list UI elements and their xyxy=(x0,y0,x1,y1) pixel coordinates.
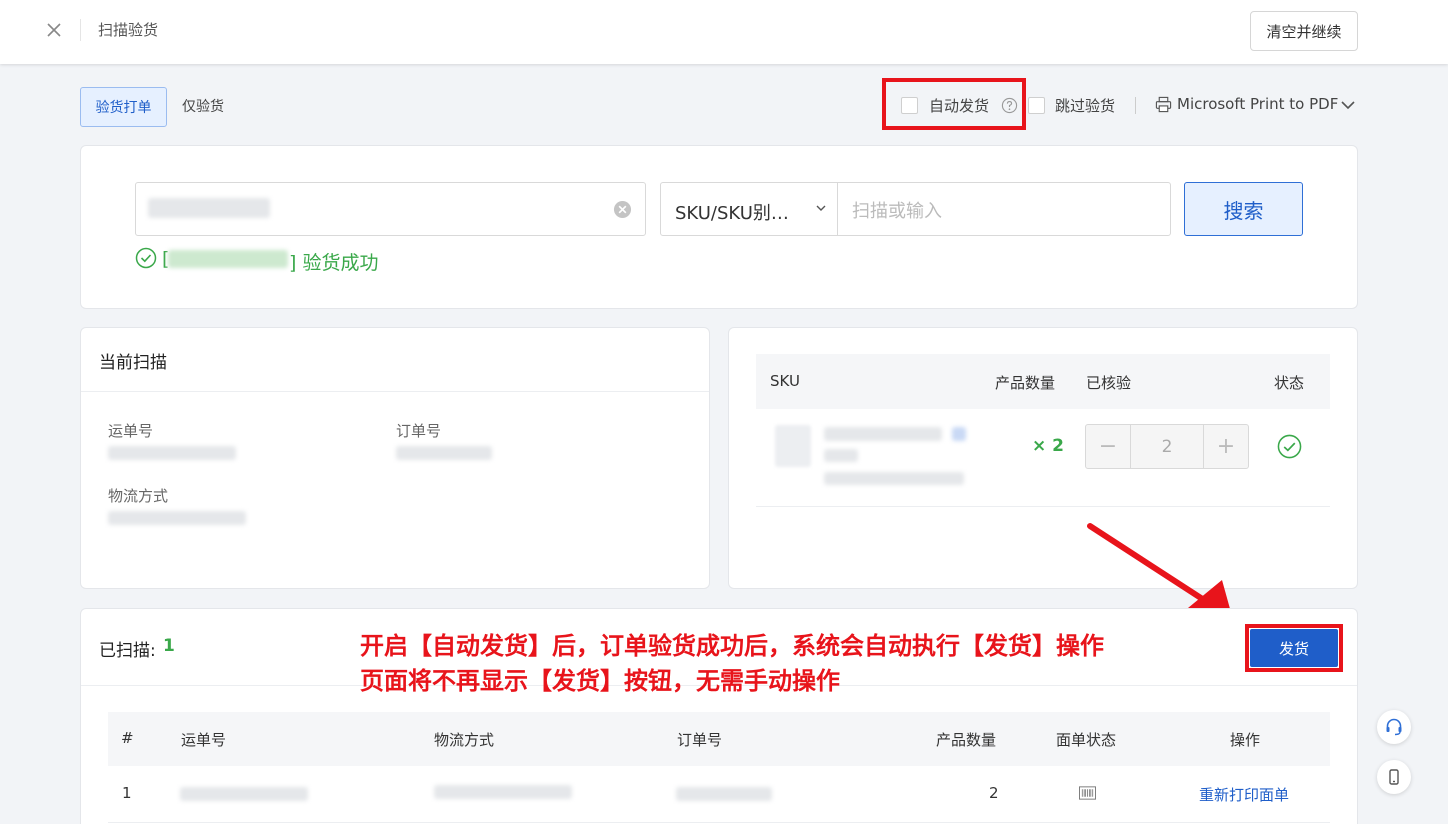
redacted-sku-alias xyxy=(824,472,964,485)
customer-service-button[interactable] xyxy=(1377,710,1411,744)
redacted-logistics-value xyxy=(108,511,246,525)
redacted-sku-code xyxy=(824,427,942,441)
mobile-phone-icon xyxy=(1389,769,1399,785)
row-index: 1 xyxy=(122,784,132,802)
redacted-success-waybill xyxy=(168,250,288,268)
top-bar xyxy=(0,0,1448,64)
reprint-label-link[interactable]: 重新打印面单 xyxy=(1199,784,1289,805)
options-separator xyxy=(1135,97,1136,114)
th-product-qty: 产品数量 xyxy=(995,374,1056,392)
chevron-down-icon xyxy=(816,205,826,211)
current-scan-title: 当前扫描 xyxy=(99,353,167,373)
clear-and-continue-button[interactable]: 清空并继续 xyxy=(1250,11,1358,51)
check-circle-icon xyxy=(1277,434,1302,459)
chevron-down-icon[interactable] xyxy=(1340,97,1356,113)
th-order: 订单号 xyxy=(677,731,723,749)
redacted-row-waybill xyxy=(180,787,308,801)
logistics-label: 物流方式 xyxy=(108,487,169,505)
redacted-waybill-text xyxy=(148,198,270,218)
redacted-waybill-value xyxy=(108,446,236,460)
th-index: # xyxy=(121,729,134,747)
sku-type-select-value: SKU/SKU别… xyxy=(675,203,789,224)
stepper-value[interactable]: 2 xyxy=(1131,425,1203,468)
check-circle-icon xyxy=(135,247,157,269)
close-icon[interactable] xyxy=(44,20,64,40)
sku-qty: × 2 xyxy=(1032,436,1064,456)
row-qty: 2 xyxy=(989,784,999,802)
annotation-line-2: 页面将不再显示【发货】按钮，无需手动操作 xyxy=(360,667,840,695)
ship-button[interactable]: 发货 xyxy=(1250,629,1338,667)
mobile-app-button[interactable] xyxy=(1377,760,1411,794)
th-action: 操作 xyxy=(1230,731,1261,749)
th-verified: 已核验 xyxy=(1086,374,1132,392)
product-thumbnail xyxy=(775,425,811,467)
redacted-sku-tag xyxy=(952,427,966,441)
redacted-row-order xyxy=(676,787,772,801)
skip-check-label: 跳过验货 xyxy=(1055,97,1116,115)
annotation-line-1: 开启【自动发货】后，订单验货成功后，系统会自动执行【发货】操作 xyxy=(360,632,1104,660)
redacted-row-logistics xyxy=(434,785,572,799)
headset-icon xyxy=(1386,718,1402,736)
redacted-order-value xyxy=(396,446,492,460)
tab-inspect-and-print[interactable]: 验货打单 xyxy=(80,87,167,127)
order-label: 订单号 xyxy=(396,422,442,440)
stepper-minus-button[interactable]: − xyxy=(1086,425,1131,468)
search-button[interactable]: 搜索 xyxy=(1184,182,1303,236)
clear-input-icon[interactable] xyxy=(613,200,632,219)
th-qty: 产品数量 xyxy=(936,731,997,749)
tab-inspect-only[interactable]: 仅验货 xyxy=(182,96,224,116)
scanned-count: 1 xyxy=(163,636,175,656)
table-row-divider xyxy=(108,822,1330,823)
redacted-sku-name xyxy=(824,449,858,462)
th-label-status: 面单状态 xyxy=(1056,731,1117,749)
printer-select[interactable]: Microsoft Print to PDF xyxy=(1177,95,1338,113)
th-waybill: 运单号 xyxy=(181,731,227,749)
th-status: 状态 xyxy=(1274,374,1305,392)
barcode-icon xyxy=(1079,786,1096,800)
table-row-divider xyxy=(756,506,1330,507)
auto-ship-highlight-box xyxy=(882,78,1026,130)
inspection-success-message: ] 验货成功 xyxy=(289,252,379,274)
header-divider xyxy=(80,19,81,41)
card-divider xyxy=(81,391,709,392)
printer-icon xyxy=(1155,96,1172,113)
stepper-plus-button[interactable]: + xyxy=(1203,425,1248,468)
sku-scan-placeholder: 扫描或输入 xyxy=(852,201,942,222)
scanned-label: 已扫描: xyxy=(99,641,156,661)
th-logistics: 物流方式 xyxy=(434,731,495,749)
page-title: 扫描验货 xyxy=(98,21,159,39)
skip-check-checkbox[interactable] xyxy=(1028,97,1045,114)
waybill-label: 运单号 xyxy=(108,422,154,440)
th-sku: SKU xyxy=(770,372,800,390)
